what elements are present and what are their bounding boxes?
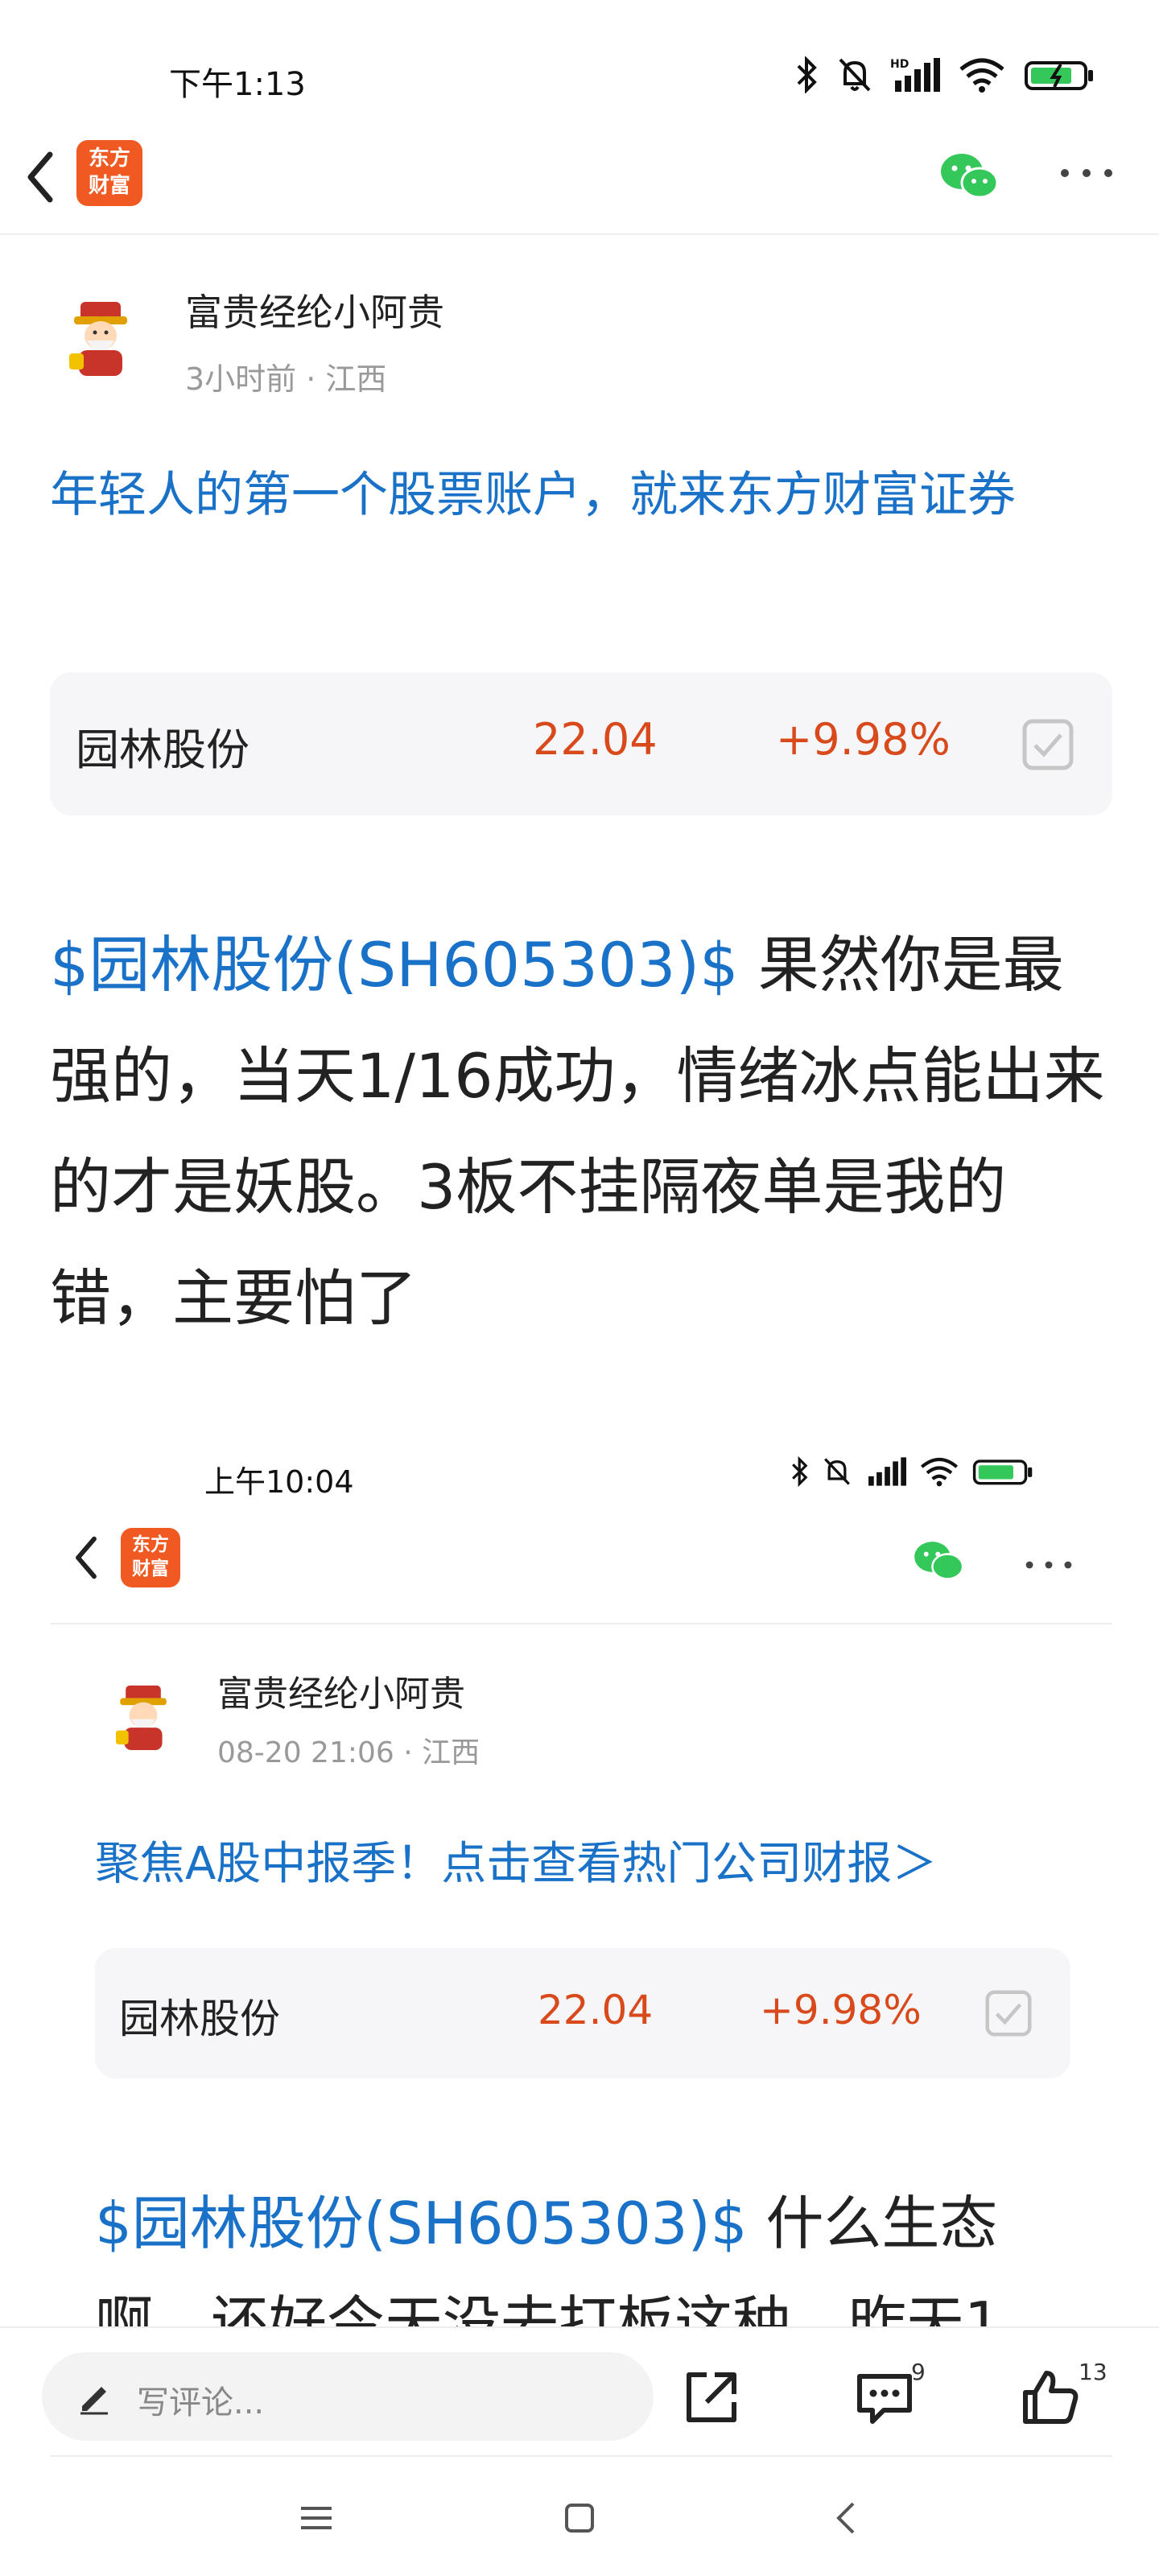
home-icon[interactable] — [563, 2502, 596, 2534]
system-nav-divider — [50, 2455, 1112, 2457]
image-status-icons — [790, 1455, 1033, 1488]
author-name[interactable]: 富贵经纶小阿贵 — [185, 283, 444, 336]
nav-back-icon[interactable] — [834, 2500, 858, 2536]
image-post-meta: 08-20 21:06 · 江西 — [217, 1736, 481, 1769]
share-icon[interactable] — [683, 2368, 740, 2426]
stock-card[interactable]: 园林股份 22.04 +9.98% — [50, 672, 1112, 815]
image-back-arrow-icon — [76, 1536, 97, 1579]
back-arrow-icon[interactable] — [16, 145, 64, 209]
system-nav-bar — [0, 2455, 1159, 2576]
like-count: 13 — [1079, 2359, 1107, 2385]
image-stock-card: 园林股份 22.04 +9.98% — [95, 1948, 1070, 2079]
image-more-icon — [1025, 1561, 1072, 1569]
more-options-icon[interactable] — [1058, 165, 1115, 181]
bluetooth-icon — [792, 1455, 808, 1488]
comment-input[interactable]: 写评论... — [42, 2352, 654, 2441]
mute-bell-icon — [824, 1458, 850, 1485]
post-meta: 3小时前 · 江西 — [185, 361, 387, 397]
image-stock-name: 园林股份 — [119, 1996, 280, 2042]
image-wechat-icon — [914, 1542, 964, 1580]
status-icons: HD — [795, 56, 1095, 93]
author-avatar[interactable] — [56, 294, 145, 382]
bottom-action-bar: 写评论... 9 13 — [0, 2326, 1159, 2457]
image-author-avatar — [115, 1685, 167, 1751]
wechat-share-icon[interactable] — [938, 149, 1002, 205]
post-body: $园林股份(SH605303)$ 果然你是最强的，当天1/16成功，情绪冰点能出… — [50, 910, 1120, 1354]
svg-text:HD: HD — [890, 58, 909, 71]
stock-price: 22.04 — [533, 714, 658, 765]
image-post-body: $园林股份(SH605303)$ 什么生态啊，还好今天没去打板这种，昨天1 — [95, 2174, 1093, 2326]
logo-line2: 财富 — [88, 174, 130, 198]
image-nav-divider — [50, 1623, 1112, 1624]
promo-link[interactable]: 年轻人的第一个股票账户，就来东方财富证券 — [50, 455, 1112, 535]
image-promo-link: 聚焦A股中报季！点击查看热门公司财报＞ — [95, 1838, 938, 1890]
image-stock-tag: $园林股份(SH605303)$ — [95, 2190, 748, 2257]
comment-icon[interactable] — [855, 2370, 914, 2428]
mute-bell-icon — [839, 58, 871, 92]
menu-icon[interactable] — [298, 2504, 335, 2533]
image-checkbox-icon — [985, 1990, 1032, 2037]
wifi-icon — [920, 1457, 959, 1487]
logo-line1: 东方 — [88, 147, 130, 171]
wifi-icon — [959, 58, 1004, 93]
image-status-time: 上午10:04 — [204, 1464, 354, 1500]
comment-count: 9 — [911, 2359, 926, 2385]
battery-icon — [972, 1459, 1033, 1485]
like-icon[interactable] — [1021, 2367, 1080, 2426]
status-time: 下午1:13 — [169, 66, 306, 103]
post-image[interactable]: 上午10:04 东方 财富 富贵经纶小阿贵 08-20 21:06 · 江西 聚… — [50, 1417, 1112, 2326]
signal-icon — [868, 1457, 906, 1486]
signal-icon: HD — [890, 58, 940, 92]
stock-tag-link[interactable]: $园林股份(SH605303)$ — [50, 929, 739, 1001]
add-watchlist-checkbox-icon[interactable] — [1022, 719, 1074, 770]
stock-change: +9.98% — [776, 714, 951, 765]
logo-line1: 东方 — [132, 1534, 169, 1555]
image-stock-change: +9.98% — [760, 1987, 922, 2033]
image-author-name: 富贵经纶小阿贵 — [217, 1674, 465, 1715]
comment-placeholder: 写评论... — [137, 2384, 265, 2421]
battery-icon — [1025, 61, 1093, 90]
eastmoney-logo: 东方 财富 — [76, 140, 142, 206]
logo-line2: 财富 — [132, 1558, 169, 1579]
stock-name: 园林股份 — [76, 724, 250, 775]
bluetooth-icon — [797, 56, 817, 93]
image-stock-price: 22.04 — [538, 1987, 654, 2033]
top-nav: 东方 财富 — [0, 121, 1159, 235]
pencil-icon — [80, 2387, 108, 2415]
image-eastmoney-logo: 东方 财富 — [121, 1528, 180, 1587]
